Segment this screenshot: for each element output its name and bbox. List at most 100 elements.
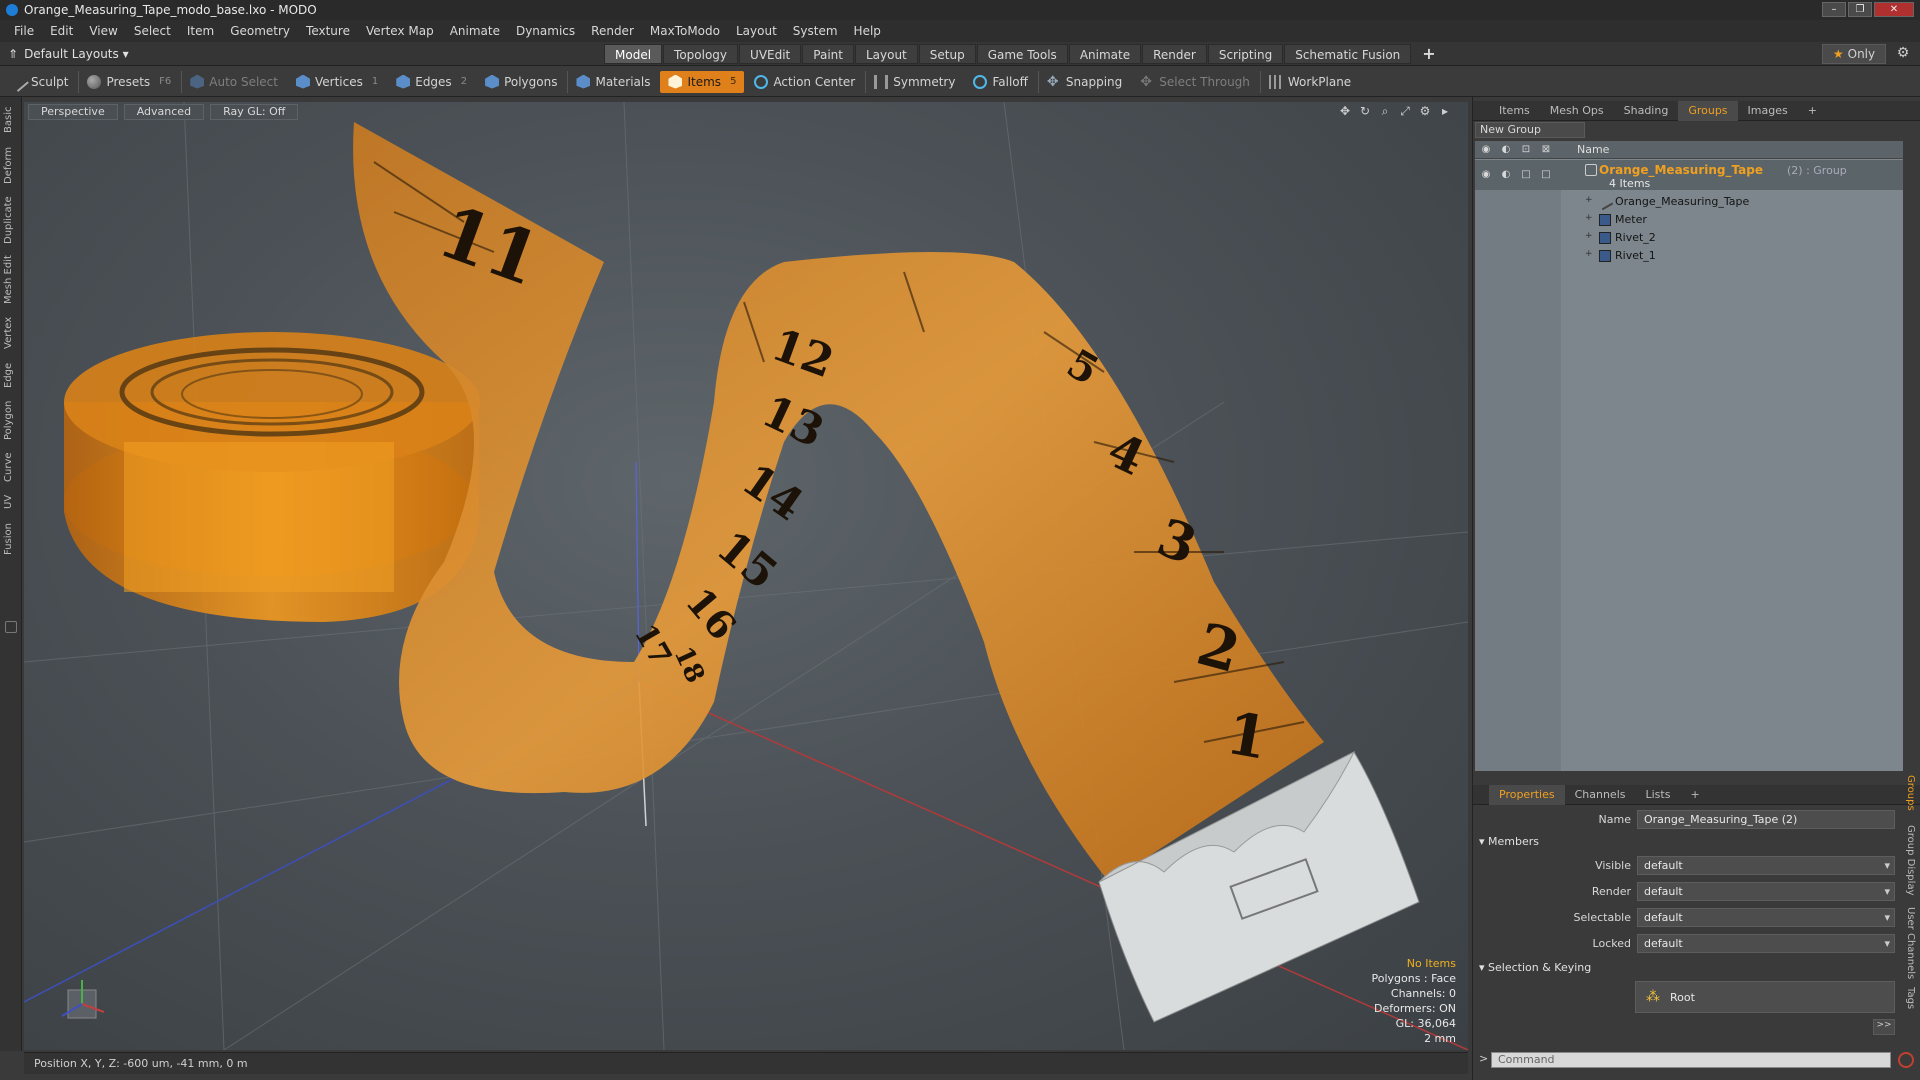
menu-maxtomodo[interactable]: MaxToModo xyxy=(642,24,728,38)
menu-system[interactable]: System xyxy=(785,24,846,38)
tab-layout[interactable]: Layout xyxy=(854,44,918,64)
selection-keying-section[interactable]: ▾ Selection & Keying xyxy=(1479,961,1591,974)
tab-scripting[interactable]: Scripting xyxy=(1207,44,1284,64)
more-button[interactable]: >> xyxy=(1873,1019,1895,1035)
select-through-button[interactable]: ✥ Select Through xyxy=(1132,71,1258,93)
zoom-icon[interactable]: ⌕ xyxy=(1378,104,1392,118)
expand-icon[interactable]: + xyxy=(1585,249,1593,259)
menu-view[interactable]: View xyxy=(81,24,125,38)
tab-images[interactable]: Images xyxy=(1738,101,1798,121)
vtab-polygon[interactable]: Polygon xyxy=(3,397,19,443)
menu-layout[interactable]: Layout xyxy=(728,24,785,38)
locked-dropdown[interactable]: default xyxy=(1637,934,1895,953)
root-button[interactable]: ⁂ Root xyxy=(1635,981,1895,1013)
vtab-deform[interactable]: Deform xyxy=(3,143,19,187)
add-props-tab-icon[interactable]: + xyxy=(1680,785,1709,805)
tab-lists[interactable]: Lists xyxy=(1636,785,1681,805)
render-icon[interactable]: ◐ xyxy=(1499,168,1513,182)
select-icon[interactable]: □ xyxy=(1539,168,1553,182)
tab-items[interactable]: Items xyxy=(1489,101,1540,121)
vtab-mesh-edit[interactable]: Mesh Edit xyxy=(3,253,19,307)
menu-edit[interactable]: Edit xyxy=(42,24,81,38)
auto-select-button[interactable]: Auto Select xyxy=(181,70,286,93)
layout-toggle-icon[interactable]: ⇑ xyxy=(8,47,18,61)
new-group-button[interactable]: New Group xyxy=(1475,122,1585,138)
action-center-button[interactable]: Action Center xyxy=(746,71,863,93)
close-button[interactable]: ✕ xyxy=(1874,2,1914,17)
tab-properties[interactable]: Properties xyxy=(1489,784,1565,805)
tab-groups[interactable]: Groups xyxy=(1678,100,1738,121)
minimize-button[interactable]: – xyxy=(1822,2,1846,17)
eye-icon[interactable]: ◉ xyxy=(1479,168,1493,182)
tab-channels[interactable]: Channels xyxy=(1565,785,1636,805)
select-icon[interactable]: ⊠ xyxy=(1539,143,1553,157)
tab-animate[interactable]: Animate xyxy=(1068,44,1142,64)
vertices-button[interactable]: Vertices 1 xyxy=(288,71,386,93)
items-button[interactable]: Items 5 xyxy=(660,70,745,93)
render-dropdown[interactable]: default xyxy=(1637,882,1895,901)
perspective-button[interactable]: Perspective xyxy=(28,104,118,120)
side-tab-group-display[interactable]: Group Display xyxy=(1905,825,1916,895)
group-row[interactable]: ◉ ◐ □ □ Orange_Measuring_Tape (2) : Grou… xyxy=(1475,160,1903,190)
menu-animate[interactable]: Animate xyxy=(442,24,508,38)
tab-schematic-fusion[interactable]: Schematic Fusion xyxy=(1284,44,1412,64)
menu-geometry[interactable]: Geometry xyxy=(222,24,298,38)
vtab-uv[interactable]: UV xyxy=(3,491,19,513)
lock-icon[interactable]: □ xyxy=(1519,168,1533,182)
vtab-basic[interactable]: Basic xyxy=(3,103,19,137)
viewport-settings-icon[interactable]: ⚙ xyxy=(1418,104,1432,118)
falloff-button[interactable]: Falloff xyxy=(965,71,1035,93)
eye-icon[interactable]: ◉ xyxy=(1479,143,1493,157)
expand-icon[interactable]: + xyxy=(1585,231,1593,241)
vtab-vertex[interactable]: Vertex xyxy=(3,313,19,353)
side-tab-user-channels[interactable]: User Channels xyxy=(1905,907,1916,979)
materials-button[interactable]: Materials xyxy=(567,70,658,93)
only-button[interactable]: ★ Only xyxy=(1822,44,1886,64)
list-item[interactable]: + Meter xyxy=(1475,211,1903,229)
raygl-button[interactable]: Ray GL: Off xyxy=(210,104,299,120)
list-item[interactable]: + Rivet_1 xyxy=(1475,247,1903,265)
viewport-menu-icon[interactable]: ▸ xyxy=(1438,104,1452,118)
tab-paint[interactable]: Paint xyxy=(802,44,854,64)
menu-help[interactable]: Help xyxy=(846,24,889,38)
gear-icon[interactable]: ⚙ xyxy=(1894,45,1912,63)
menu-texture[interactable]: Texture xyxy=(298,24,358,38)
3d-viewport[interactable]: 11 12 13 14 15 16 17 18 5 4 3 2 1 Perspe… xyxy=(24,102,1468,1050)
snapping-button[interactable]: ✥ Snapping xyxy=(1037,70,1130,93)
selectable-dropdown[interactable]: default xyxy=(1637,908,1895,927)
menu-item[interactable]: Item xyxy=(179,24,222,38)
list-item[interactable]: + Rivet_2 xyxy=(1475,229,1903,247)
workplane-button[interactable]: WorkPlane xyxy=(1259,70,1359,93)
stop-icon[interactable] xyxy=(1898,1052,1914,1068)
list-item[interactable]: + Orange_Measuring_Tape xyxy=(1475,193,1903,211)
tab-model[interactable]: Model xyxy=(604,44,663,64)
tab-setup[interactable]: Setup xyxy=(918,44,976,64)
menu-render[interactable]: Render xyxy=(583,24,642,38)
name-field[interactable]: Orange_Measuring_Tape (2) xyxy=(1637,810,1895,829)
menu-vertex-map[interactable]: Vertex Map xyxy=(358,24,442,38)
lock-icon[interactable]: ⊡ xyxy=(1519,143,1533,157)
polygons-button[interactable]: Polygons xyxy=(477,71,565,93)
maximize-button[interactable]: ❐ xyxy=(1848,2,1872,17)
vtab-edge[interactable]: Edge xyxy=(3,359,19,391)
side-tab-tags[interactable]: Tags xyxy=(1905,987,1916,1009)
tab-render[interactable]: Render xyxy=(1142,44,1207,64)
menu-file[interactable]: File xyxy=(6,24,42,38)
name-column-header[interactable]: Name xyxy=(1577,143,1609,156)
vtab-fusion[interactable]: Fusion xyxy=(3,519,19,559)
members-section[interactable]: ▾ Members xyxy=(1479,835,1539,848)
tab-topology[interactable]: Topology xyxy=(663,44,739,64)
side-tab-groups[interactable]: Groups xyxy=(1905,775,1916,811)
expand-icon[interactable]: + xyxy=(1585,195,1593,205)
rotate-icon[interactable]: ↻ xyxy=(1358,104,1372,118)
render-icon[interactable]: ◐ xyxy=(1499,143,1513,157)
scene-render[interactable]: 11 12 13 14 15 16 17 18 5 4 3 2 1 xyxy=(24,102,1468,1050)
tab-game-tools[interactable]: Game Tools xyxy=(976,44,1068,64)
sculpt-button[interactable]: Sculpt xyxy=(4,71,76,93)
presets-button[interactable]: Presets F6 xyxy=(78,70,179,93)
tab-uvedit[interactable]: UVEdit xyxy=(739,44,802,64)
tab-shading[interactable]: Shading xyxy=(1614,101,1679,121)
fit-icon[interactable]: ⤢ xyxy=(1398,104,1412,118)
symmetry-button[interactable]: Symmetry xyxy=(865,70,963,93)
add-tab-icon[interactable]: + xyxy=(1412,44,1445,64)
